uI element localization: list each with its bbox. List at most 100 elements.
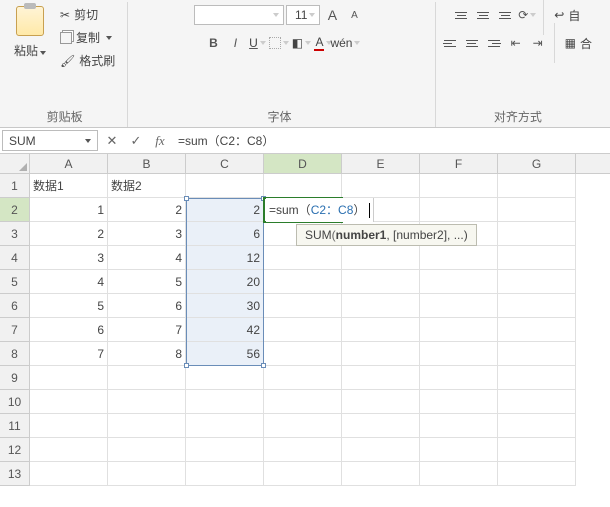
cell[interactable] [498, 318, 576, 342]
cell[interactable] [498, 174, 576, 198]
font-size-select[interactable]: 11 [286, 5, 320, 25]
decrease-font-button[interactable]: A [344, 5, 364, 25]
cell[interactable] [342, 342, 420, 366]
cell[interactable] [342, 390, 420, 414]
cell[interactable]: 6 [108, 294, 186, 318]
cell[interactable] [30, 462, 108, 486]
cell[interactable] [30, 366, 108, 390]
cell[interactable]: 7 [108, 318, 186, 342]
cell[interactable] [420, 318, 498, 342]
select-all-button[interactable] [0, 154, 30, 174]
cell[interactable] [30, 414, 108, 438]
row-header[interactable]: 10 [0, 390, 30, 414]
cell[interactable] [186, 174, 264, 198]
cell[interactable]: 7 [30, 342, 108, 366]
cell[interactable] [30, 390, 108, 414]
cell[interactable] [498, 198, 576, 222]
cell[interactable]: 4 [30, 270, 108, 294]
cell[interactable] [420, 246, 498, 270]
cancel-edit-button[interactable]: ✕ [100, 133, 124, 149]
cell[interactable] [420, 294, 498, 318]
fill-color-button[interactable]: ◧ [291, 33, 311, 53]
align-bottom-button[interactable] [495, 6, 515, 24]
cell[interactable] [498, 294, 576, 318]
align-middle-button[interactable] [473, 6, 493, 24]
cell[interactable] [108, 390, 186, 414]
increase-font-button[interactable]: A [322, 5, 342, 25]
formula-input[interactable]: =sum（C2：C8） [172, 128, 610, 153]
cell[interactable] [498, 270, 576, 294]
cell[interactable] [342, 270, 420, 294]
cell[interactable] [420, 390, 498, 414]
cell[interactable] [264, 294, 342, 318]
cell[interactable]: 4 [108, 246, 186, 270]
row-header[interactable]: 3 [0, 222, 30, 246]
cell[interactable] [498, 246, 576, 270]
cell[interactable]: 8 [108, 342, 186, 366]
cell[interactable]: 20 [186, 270, 264, 294]
confirm-edit-button[interactable]: ✓ [124, 133, 148, 149]
cell[interactable] [342, 246, 420, 270]
cell[interactable] [498, 462, 576, 486]
cell[interactable] [186, 390, 264, 414]
cell[interactable] [186, 462, 264, 486]
cell[interactable] [108, 366, 186, 390]
cell[interactable] [498, 366, 576, 390]
cell[interactable]: 2 [30, 222, 108, 246]
cell[interactable] [186, 414, 264, 438]
cell[interactable] [30, 438, 108, 462]
italic-button[interactable]: I [225, 33, 245, 53]
cell-inline-editor[interactable]: =sum（C2：C8） [266, 198, 374, 222]
cell[interactable] [264, 390, 342, 414]
cell[interactable]: 30 [186, 294, 264, 318]
cell[interactable] [264, 342, 342, 366]
cell[interactable] [420, 414, 498, 438]
cell[interactable]: 数据1 [30, 174, 108, 198]
name-box[interactable]: SUM [2, 130, 98, 151]
row-header[interactable]: 6 [0, 294, 30, 318]
cell[interactable] [420, 342, 498, 366]
cell[interactable] [420, 462, 498, 486]
cell[interactable] [498, 414, 576, 438]
cell[interactable]: 5 [108, 270, 186, 294]
col-header[interactable]: D [264, 154, 342, 173]
format-painter-button[interactable]: 🖌 格式刷 [56, 50, 119, 71]
cell[interactable] [264, 318, 342, 342]
cell[interactable] [420, 270, 498, 294]
cell[interactable] [186, 366, 264, 390]
cell[interactable] [108, 414, 186, 438]
cell[interactable] [420, 198, 498, 222]
paste-button[interactable]: 粘贴 [10, 4, 50, 61]
cell[interactable]: 2 [186, 198, 264, 222]
cell[interactable] [420, 438, 498, 462]
row-header[interactable]: 12 [0, 438, 30, 462]
row-header[interactable]: 7 [0, 318, 30, 342]
cell[interactable] [498, 222, 576, 246]
cut-button[interactable]: ✂ 剪切 [56, 4, 119, 25]
cell[interactable] [420, 366, 498, 390]
bold-button[interactable]: B [203, 33, 223, 53]
cell[interactable] [498, 438, 576, 462]
row-header[interactable]: 1 [0, 174, 30, 198]
row-header[interactable]: 4 [0, 246, 30, 270]
cell[interactable] [108, 438, 186, 462]
cell[interactable]: 42 [186, 318, 264, 342]
cell[interactable] [342, 366, 420, 390]
row-header[interactable]: 13 [0, 462, 30, 486]
cell[interactable] [342, 294, 420, 318]
decrease-indent-button[interactable]: ⇤ [506, 33, 526, 53]
cell[interactable] [342, 462, 420, 486]
col-header[interactable]: G [498, 154, 576, 173]
cell[interactable] [264, 270, 342, 294]
cell[interactable] [264, 414, 342, 438]
col-header[interactable]: C [186, 154, 264, 173]
copy-button[interactable]: 复制 [56, 27, 119, 48]
cell[interactable]: 2 [108, 198, 186, 222]
cell[interactable] [498, 342, 576, 366]
col-header[interactable]: B [108, 154, 186, 173]
align-center-button[interactable] [462, 34, 482, 52]
row-header[interactable]: 8 [0, 342, 30, 366]
align-right-button[interactable] [484, 34, 504, 52]
row-header[interactable]: 9 [0, 366, 30, 390]
col-header[interactable]: F [420, 154, 498, 173]
